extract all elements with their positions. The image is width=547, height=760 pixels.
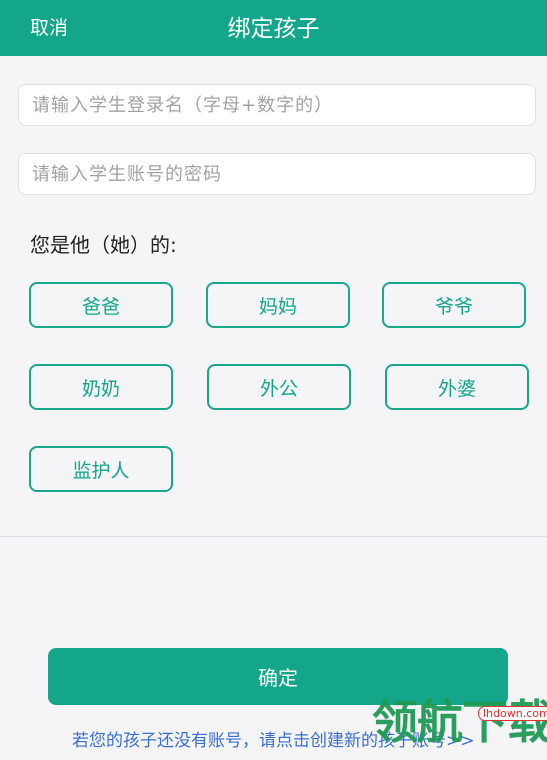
relation-option-maternal-grandpa[interactable]: 外公 <box>207 364 351 410</box>
username-input[interactable] <box>19 85 535 125</box>
header-bar: 取消 绑定孩子 <box>0 0 547 56</box>
password-input[interactable] <box>19 154 535 194</box>
section-divider <box>0 536 547 537</box>
relation-option-dad[interactable]: 爸爸 <box>29 282 173 328</box>
relation-option-paternal-grandma[interactable]: 奶奶 <box>29 364 173 410</box>
page-title: 绑定孩子 <box>227 16 320 42</box>
username-field[interactable] <box>18 84 536 126</box>
relation-option-mom[interactable]: 妈妈 <box>206 282 350 328</box>
relation-question: 您是他（她）的: <box>30 233 177 257</box>
relation-option-guardian[interactable]: 监护人 <box>29 446 173 492</box>
watermark-site-badge: lhdown.com <box>478 706 547 721</box>
relation-option-maternal-grandma[interactable]: 外婆 <box>385 364 529 410</box>
relation-option-paternal-grandpa[interactable]: 爷爷 <box>382 282 526 328</box>
password-field[interactable] <box>18 153 536 195</box>
